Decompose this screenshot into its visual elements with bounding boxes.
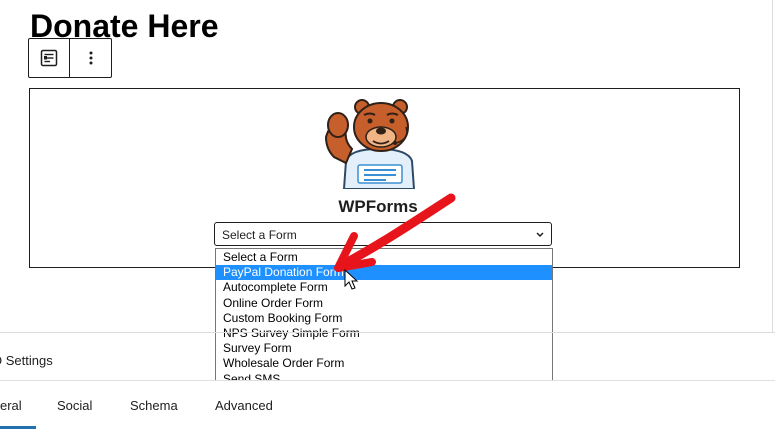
option-wholesale-order-form[interactable]: Wholesale Order Form — [216, 356, 552, 371]
form-select-dropdown: Select a Form PayPal Donation Form Autoc… — [215, 248, 553, 386]
tab-schema[interactable]: Schema — [130, 398, 178, 413]
tab-advanced[interactable]: Advanced — [215, 398, 273, 413]
settings-tabs: eral Social Schema Advanced — [0, 380, 775, 429]
option-survey-form[interactable]: Survey Form — [216, 341, 552, 356]
block-toolbar — [28, 38, 112, 78]
option-select-a-form[interactable]: Select a Form — [216, 250, 552, 265]
tab-general[interactable]: eral — [0, 398, 22, 413]
more-options-button[interactable] — [69, 39, 111, 77]
settings-panel-title[interactable]: O Settings — [0, 353, 53, 368]
option-autocomplete-form[interactable]: Autocomplete Form — [216, 280, 552, 295]
brand-name: WPForms — [338, 197, 418, 216]
option-paypal-donation-form[interactable]: PayPal Donation Form — [216, 265, 552, 281]
panel-divider — [0, 332, 775, 333]
more-vertical-icon — [89, 51, 92, 65]
form-icon — [40, 49, 58, 67]
block-type-button[interactable] — [29, 39, 69, 77]
option-online-order-form[interactable]: Online Order Form — [216, 296, 552, 311]
form-select-value: Select a Form — [222, 228, 297, 242]
option-custom-booking-form[interactable]: Custom Booking Form — [216, 311, 552, 326]
option-nps-survey-simple-form[interactable]: NPS Survey Simple Form — [216, 326, 552, 341]
form-select[interactable]: Select a Form — [214, 222, 552, 246]
tab-social[interactable]: Social — [57, 398, 92, 413]
wpforms-bear-icon — [324, 99, 416, 189]
editor-frame-border — [772, 0, 773, 332]
